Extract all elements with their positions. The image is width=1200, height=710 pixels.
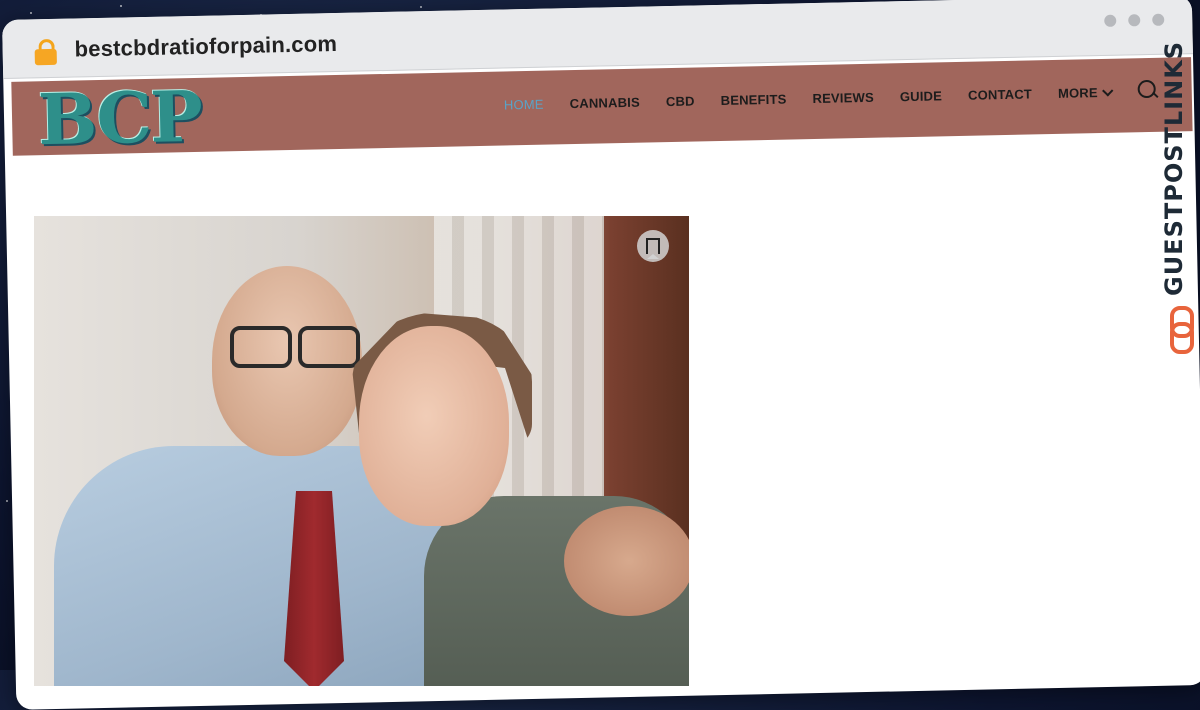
- nav-guide[interactable]: GUIDE: [900, 88, 942, 104]
- address-bar-url[interactable]: bestcbdratioforpain.com: [74, 31, 337, 62]
- lock-icon: [34, 38, 57, 66]
- nav-cannabis[interactable]: CANNABIS: [570, 95, 641, 111]
- window-dot-icon[interactable]: [1104, 14, 1117, 27]
- featured-image[interactable]: [34, 216, 689, 686]
- nav-reviews[interactable]: REVIEWS: [812, 90, 874, 106]
- nav-contact[interactable]: CONTACT: [968, 86, 1032, 102]
- nav-more-label: MORE: [1057, 85, 1098, 101]
- watermark-text: GUESTPOSTLINKS: [1160, 40, 1188, 296]
- site-logo[interactable]: BCP: [37, 74, 202, 160]
- window-dot-icon[interactable]: [1128, 14, 1141, 27]
- window-dot-icon[interactable]: [1152, 13, 1165, 26]
- nav-benefits[interactable]: BENEFITS: [720, 92, 786, 108]
- window-controls[interactable]: [1104, 13, 1165, 27]
- nav-home[interactable]: HOME: [504, 97, 544, 113]
- search-icon[interactable]: [1137, 79, 1156, 99]
- chain-link-icon: [1170, 306, 1194, 354]
- nav-more[interactable]: MORE: [1057, 84, 1114, 101]
- nav-cbd[interactable]: CBD: [666, 94, 695, 110]
- chevron-down-icon: [1102, 84, 1114, 97]
- logo-text: BCP: [37, 74, 202, 161]
- guestpostlinks-watermark: GUESTPOSTLINKS: [1160, 40, 1200, 356]
- main-menu: HOME CANNABIS CBD BENEFITS REVIEWS GUIDE…: [504, 84, 1114, 113]
- bookmark-icon[interactable]: [637, 230, 669, 262]
